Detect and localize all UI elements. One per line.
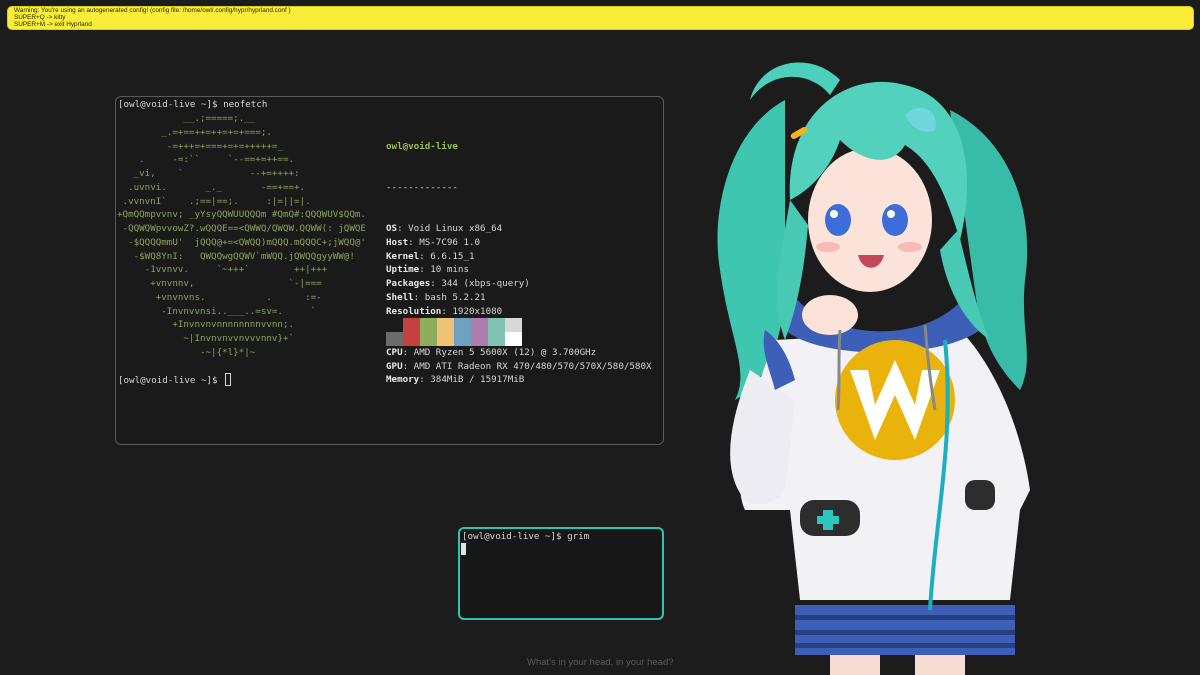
info-key: Packages — [386, 278, 431, 289]
info-value: : 384MiB / 15917MiB — [419, 374, 525, 386]
info-row-cpu: CPU: AMD Ryzen 5 5600X (12) @ 3.700GHz — [386, 346, 652, 360]
ascii-line: ~|Invnvnvvnvvvnnv}+` — [117, 333, 295, 344]
info-row-shell: Shell: bash 5.2.21 — [386, 291, 652, 305]
info-row-os: OS: Void Linux x86_64 — [386, 222, 652, 236]
wallpaper-caption: What's in your head, in your head? — [527, 657, 674, 668]
ascii-line: -=+++=+===+=+=+++++=_ — [117, 140, 283, 152]
prompt-text: [owl@void-live ~]$ — [118, 375, 224, 386]
ascii-line: +vnvnvns. . :=- — [117, 291, 322, 303]
info-key: Kernel — [386, 250, 420, 262]
info-value: : bash 5.2.21 — [413, 291, 486, 303]
ascii-line: _.=+==++=++=+=+===;. — [117, 126, 272, 138]
info-row-packages: Packages: 344 (xbps-query) — [386, 277, 652, 291]
palette-swatch — [505, 318, 522, 332]
ascii-line: . -=:`` `--==+=++==. — [117, 154, 295, 166]
banner-line-kitty-shortcut: SUPER+Q -> kitty — [14, 13, 66, 21]
info-row-resolution: Resolution: 1920x1080 — [386, 305, 652, 319]
palette-swatch — [471, 332, 488, 346]
info-user-host: owl@void-live — [386, 140, 458, 152]
info-row-host: Host: MS-7C96 1.0 — [386, 236, 652, 250]
banner-line-exit-shortcut: SUPER+M -> exit Hyprland — [14, 20, 92, 28]
info-key: Shell — [386, 291, 414, 303]
ascii-line: -~|{*l}*|~ — [117, 346, 256, 358]
ascii-line: __.;=====;.__ — [117, 113, 256, 124]
palette-swatch — [437, 318, 454, 332]
palette-swatch — [454, 318, 471, 332]
info-value: : 6.6.15_1 — [419, 250, 475, 262]
info-value: : 344 (xbps-query) — [430, 278, 530, 289]
banner-line-warning: Warning: You're using an autogenerated c… — [14, 7, 291, 14]
info-value: : 1920x1080 — [441, 305, 503, 317]
ascii-line: +QmQQmpvvnv; _yYsyQQWUUQQQm #QmQ#:QQQWUV… — [117, 209, 366, 221]
palette-swatch — [403, 332, 420, 346]
palette-swatch — [454, 332, 471, 346]
config-warning-banner: Warning: You're using an autogenerated c… — [7, 6, 1194, 30]
info-value: : MS-7C96 1.0 — [408, 236, 481, 248]
palette-swatch — [471, 318, 488, 332]
palette-swatch — [488, 318, 505, 332]
info-key: Uptime — [386, 264, 420, 276]
terminal-command-line: [owl@void-live ~]$ neofetch — [118, 99, 268, 110]
palette-swatch — [505, 332, 522, 346]
terminal-cursor — [225, 373, 232, 386]
terminal-prompt-line[interactable]: [owl@void-live ~]$ — [118, 373, 232, 388]
palette-swatch — [403, 318, 420, 332]
palette-swatch — [488, 332, 505, 346]
terminal-cursor-block — [461, 543, 466, 555]
palette-swatch — [420, 318, 437, 332]
neofetch-info: owl@void-live ------------- OS: Void Lin… — [386, 112, 652, 415]
anime-girl-wallpaper-icon — [717, 62, 1030, 675]
neofetch-ascii-logo: __.;=====;.__ _.=+==++=++=+=+===;. -=+++… — [117, 112, 366, 360]
ascii-line: +vnvnnv, `-|=== — [117, 278, 322, 289]
ascii-line: _vi, ` --+=++++: — [117, 168, 300, 179]
ascii-line: -1vvnvv. `~+++` ++|+++ — [117, 264, 328, 276]
info-separator: ------------- — [386, 181, 458, 193]
info-key: Host — [386, 236, 409, 248]
info-row-gpu: GPU: AMD ATI Radeon RX 470/480/570/570X/… — [386, 360, 652, 374]
info-key: Memory — [386, 374, 420, 386]
color-palette — [386, 318, 522, 346]
info-value: : Void Linux x86_64 — [397, 223, 503, 234]
terminal-window-grim[interactable]: [owl@void-live ~]$ grim — [458, 527, 664, 620]
info-key: CPU — [386, 346, 403, 358]
terminal-command-line-grim: [owl@void-live ~]$ grim — [462, 531, 590, 542]
ascii-line: -QQWQWpvvowZ?.wQQQE==<QWWQ/QWQW.QQWW(: j… — [117, 223, 366, 234]
palette-swatch — [437, 332, 454, 346]
info-key: GPU — [386, 360, 403, 372]
ascii-line: -Invnvvnsi..___..=sv=. ` — [117, 305, 317, 317]
info-key: Resolution — [386, 305, 442, 317]
info-value: : AMD ATI Radeon RX 470/480/570/570X/580… — [402, 360, 652, 372]
info-key: OS — [386, 223, 398, 234]
ascii-line: .vvnvnI` .;==|==;. :|=||=|. — [117, 195, 311, 207]
info-row-kernel: Kernel: 6.6.15_1 — [386, 250, 652, 264]
palette-swatch — [420, 332, 437, 346]
info-value: : 10 mins — [419, 264, 469, 276]
palette-swatch — [386, 332, 403, 346]
ascii-line: .uvnvi. _._ -==+==+. — [117, 181, 306, 193]
info-value: : AMD Ryzen 5 5600X (12) @ 3.700GHz — [402, 346, 597, 358]
info-row-memory: Memory: 384MiB / 15917MiB — [386, 373, 652, 387]
ascii-line: +Invnvnvnnnnnnnnvvnn;. — [117, 319, 295, 331]
terminal-window-neofetch[interactable]: [owl@void-live ~]$ neofetch __.;=====;._… — [115, 96, 664, 445]
ascii-line: -$WQ8YnI: QWQQwgQQWV`mWQQ.jQWQQgyyWW@! — [117, 250, 355, 262]
ascii-line: -$QQQQmmU' jQQQ@+=<QWQQ)mQQQ.mQQQC+;jWQQ… — [117, 236, 366, 248]
palette-swatch — [386, 318, 403, 332]
info-row-uptime: Uptime: 10 mins — [386, 263, 652, 277]
